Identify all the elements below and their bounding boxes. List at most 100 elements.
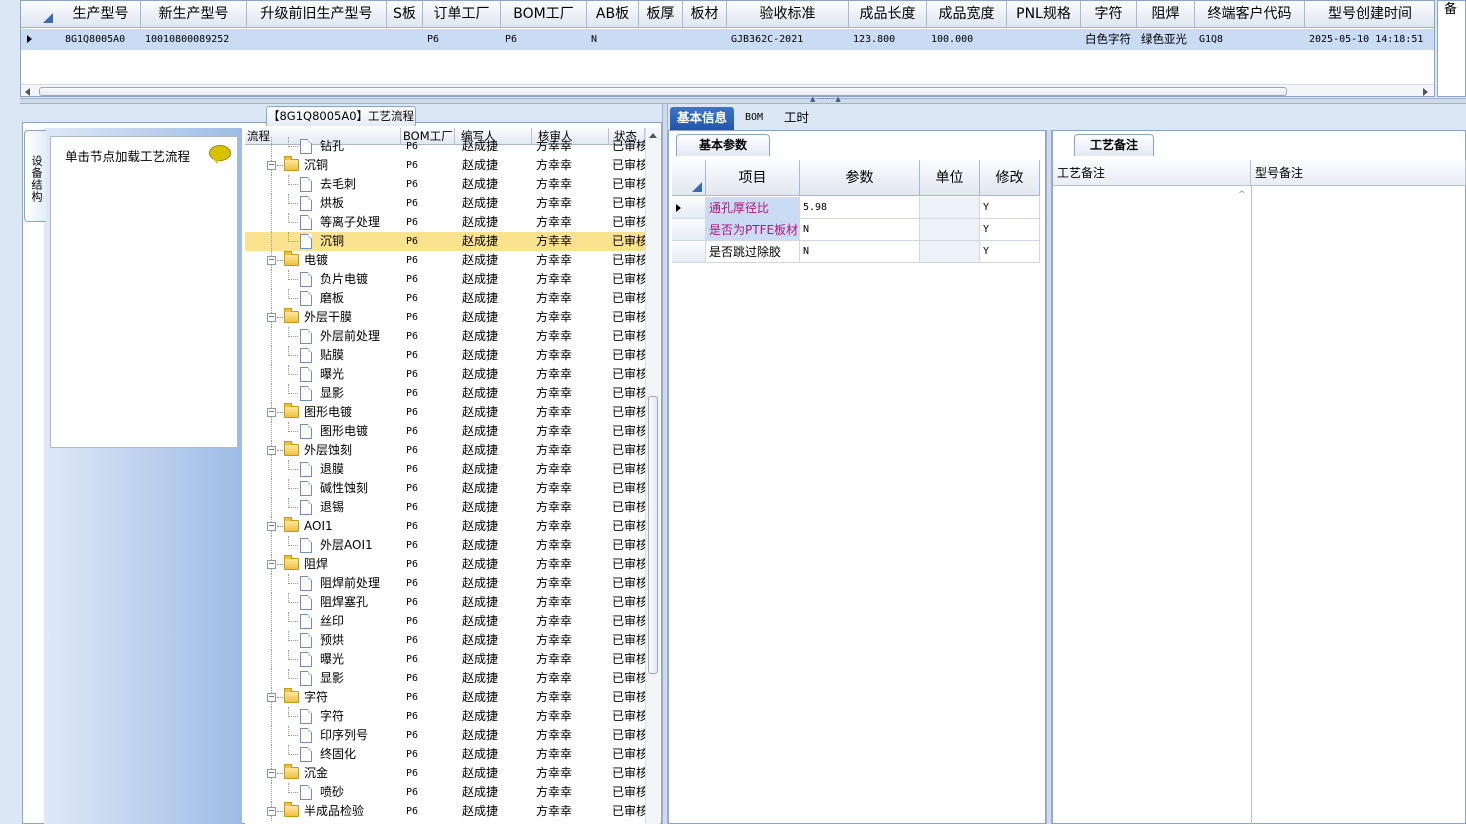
- column-header[interactable]: 型号创建时间: [1305, 1, 1434, 28]
- param-cell-value[interactable]: N: [800, 219, 920, 241]
- horizontal-scrollbar[interactable]: [21, 84, 1434, 96]
- tree-row[interactable]: 显影 P6 赵成捷 方幸幸 已审核: [245, 384, 645, 403]
- tree-row[interactable]: 退膜 P6 赵成捷 方幸幸 已审核: [245, 460, 645, 479]
- column-header[interactable]: 板材: [683, 1, 727, 28]
- param-cell-item[interactable]: 是否跳过除胶: [706, 241, 800, 263]
- tree-row[interactable]: − 外层蚀刻 P6 赵成捷 方幸幸 已审核: [245, 441, 645, 460]
- table-cell[interactable]: P6: [501, 29, 587, 50]
- param-cell-item[interactable]: 通孔厚径比: [706, 197, 800, 219]
- vertical-scrollbar[interactable]: [645, 128, 660, 824]
- tree-row[interactable]: − 字符 P6 赵成捷 方幸幸 已审核: [245, 688, 645, 707]
- param-cell-item[interactable]: 是否为PTFE板材: [706, 219, 800, 241]
- col-value[interactable]: 参数: [800, 160, 920, 196]
- tree-row[interactable]: − AOI1 P6 赵成捷 方幸幸 已审核: [245, 517, 645, 536]
- table-row[interactable]: 是否为PTFE板材 N Y: [672, 219, 1044, 241]
- param-cell-value[interactable]: 5.98: [800, 197, 920, 219]
- tree-row[interactable]: 阻焊前处理 P6 赵成捷 方幸幸 已审核: [245, 574, 645, 593]
- tab-basic-info[interactable]: 基本信息: [670, 107, 735, 131]
- tree-row[interactable]: 外层前处理 P6 赵成捷 方幸幸 已审核: [245, 327, 645, 346]
- table-row[interactable]: 是否跳过除胶 N Y: [672, 241, 1044, 263]
- column-header[interactable]: BOM工厂: [501, 1, 587, 28]
- scroll-left-icon[interactable]: [25, 88, 30, 96]
- tree-row[interactable]: − 半成品检验 P6 赵成捷 方幸幸 已审核: [245, 802, 645, 821]
- tree-row[interactable]: 预烘 P6 赵成捷 方幸幸 已审核: [245, 631, 645, 650]
- tree-row[interactable]: 显影 P6 赵成捷 方幸幸 已审核: [245, 669, 645, 688]
- col-model-notes[interactable]: 型号备注: [1251, 160, 1466, 186]
- table-cell[interactable]: G1Q8: [1195, 29, 1305, 50]
- splitter-grip-icon[interactable]: ▲ ······· ▲: [810, 95, 841, 103]
- collapse-toggle-icon[interactable]: −: [267, 446, 276, 455]
- column-header[interactable]: 新生产型号: [141, 1, 247, 28]
- table-cell[interactable]: 100.000: [927, 29, 1007, 50]
- tree-row[interactable]: 等离子处理 P6 赵成捷 方幸幸 已审核: [245, 213, 645, 232]
- table-cell[interactable]: N: [587, 29, 639, 50]
- tree-row[interactable]: − 电镀 P6 赵成捷 方幸幸 已审核: [245, 251, 645, 270]
- param-cell-unit[interactable]: [920, 197, 980, 219]
- table-cell[interactable]: [683, 29, 727, 50]
- grid-corner-icon[interactable]: [43, 13, 53, 23]
- row-indicator[interactable]: [672, 197, 706, 219]
- tree-row[interactable]: 曝光 P6 赵成捷 方幸幸 已审核: [245, 650, 645, 669]
- tree-row[interactable]: 负片电镀 P6 赵成捷 方幸幸 已审核: [245, 270, 645, 289]
- tree-row[interactable]: 印序列号 P6 赵成捷 方幸幸 已审核: [245, 726, 645, 745]
- collapse-toggle-icon[interactable]: −: [267, 408, 276, 417]
- collapse-toggle-icon[interactable]: −: [267, 161, 276, 170]
- param-cell-value[interactable]: N: [800, 241, 920, 263]
- scroll-up-icon[interactable]: ^: [1238, 190, 1246, 200]
- param-cell-modify[interactable]: Y: [980, 197, 1040, 219]
- tab-work-hours[interactable]: 工时: [777, 107, 816, 131]
- table-cell[interactable]: 2025-05-10 14:18:51: [1305, 29, 1434, 50]
- table-cell[interactable]: [387, 29, 423, 50]
- tree-row[interactable]: 退锡 P6 赵成捷 方幸幸 已审核: [245, 498, 645, 517]
- tree-row[interactable]: − 阻焊 P6 赵成捷 方幸幸 已审核: [245, 555, 645, 574]
- col-modify[interactable]: 修改: [980, 160, 1040, 196]
- row-indicator[interactable]: [672, 241, 706, 263]
- tree-row[interactable]: 终固化 P6 赵成捷 方幸幸 已审核: [245, 745, 645, 764]
- scroll-up-icon[interactable]: [649, 133, 657, 138]
- table-cell[interactable]: 绿色亚光: [1137, 29, 1195, 50]
- table-cell[interactable]: 8G1Q8005A0: [61, 29, 141, 50]
- collapse-toggle-icon[interactable]: −: [267, 693, 276, 702]
- tree-row[interactable]: 去毛刺 P6 赵成捷 方幸幸 已审核: [245, 175, 645, 194]
- tree-row[interactable]: 外层AOI1 P6 赵成捷 方幸幸 已审核: [245, 536, 645, 555]
- process-title-tab[interactable]: 【8G1Q8005A0】工艺流程: [266, 106, 416, 126]
- col-item[interactable]: 项目: [706, 160, 800, 196]
- tree-row[interactable]: 阻焊塞孔 P6 赵成捷 方幸幸 已审核: [245, 593, 645, 612]
- tree-row[interactable]: 钻孔 P6 赵成捷 方幸幸 已审核: [245, 137, 645, 156]
- table-cell[interactable]: GJB362C-2021: [727, 29, 849, 50]
- row-indicator[interactable]: [672, 219, 706, 241]
- column-header[interactable]: 终端客户代码: [1195, 1, 1305, 28]
- tree-row[interactable]: 曝光 P6 赵成捷 方幸幸 已审核: [245, 365, 645, 384]
- column-header[interactable]: 验收标准: [727, 1, 849, 28]
- scrollbar-thumb[interactable]: [39, 87, 1287, 96]
- tree-row[interactable]: 图形电镀 P6 赵成捷 方幸幸 已审核: [245, 422, 645, 441]
- tree-row[interactable]: − 外层干膜 P6 赵成捷 方幸幸 已审核: [245, 308, 645, 327]
- tree-row[interactable]: 烘板 P6 赵成捷 方幸幸 已审核: [245, 194, 645, 213]
- tree-row[interactable]: 丝印 P6 赵成捷 方幸幸 已审核: [245, 612, 645, 631]
- tree-row[interactable]: − 沉铜 P6 赵成捷 方幸幸 已审核: [245, 156, 645, 175]
- table-cell[interactable]: 白色字符: [1081, 29, 1137, 50]
- collapse-toggle-icon[interactable]: −: [267, 807, 276, 816]
- column-header[interactable]: 订单工厂: [423, 1, 501, 28]
- tree-row[interactable]: 磨板 P6 赵成捷 方幸幸 已审核: [245, 289, 645, 308]
- tab-bom[interactable]: BOM: [738, 107, 770, 131]
- tree-row[interactable]: 碱性蚀刻 P6 赵成捷 方幸幸 已审核: [245, 479, 645, 498]
- tree-row[interactable]: − 图形电镀 P6 赵成捷 方幸幸 已审核: [245, 403, 645, 422]
- collapse-toggle-icon[interactable]: −: [267, 769, 276, 778]
- table-row[interactable]: 通孔厚径比 5.98 Y: [672, 197, 1044, 219]
- table-cell[interactable]: [639, 29, 683, 50]
- scrollbar-thumb[interactable]: [648, 396, 658, 674]
- collapse-toggle-icon[interactable]: −: [267, 256, 276, 265]
- column-header[interactable]: AB板: [587, 1, 639, 28]
- table-cell[interactable]: P6: [423, 29, 501, 50]
- column-header[interactable]: 字符: [1081, 1, 1137, 28]
- column-header[interactable]: PNL规格: [1007, 1, 1081, 28]
- column-header[interactable]: S板: [387, 1, 423, 28]
- col-unit[interactable]: 单位: [920, 160, 980, 196]
- tab-equipment-structure[interactable]: 设备结构: [24, 130, 46, 222]
- tree-row[interactable]: 字符 P6 赵成捷 方幸幸 已审核: [245, 707, 645, 726]
- tab-process-notes[interactable]: 工艺备注: [1074, 134, 1154, 156]
- collapse-toggle-icon[interactable]: −: [267, 313, 276, 322]
- table-cell[interactable]: 123.800: [849, 29, 927, 50]
- param-cell-unit[interactable]: [920, 241, 980, 263]
